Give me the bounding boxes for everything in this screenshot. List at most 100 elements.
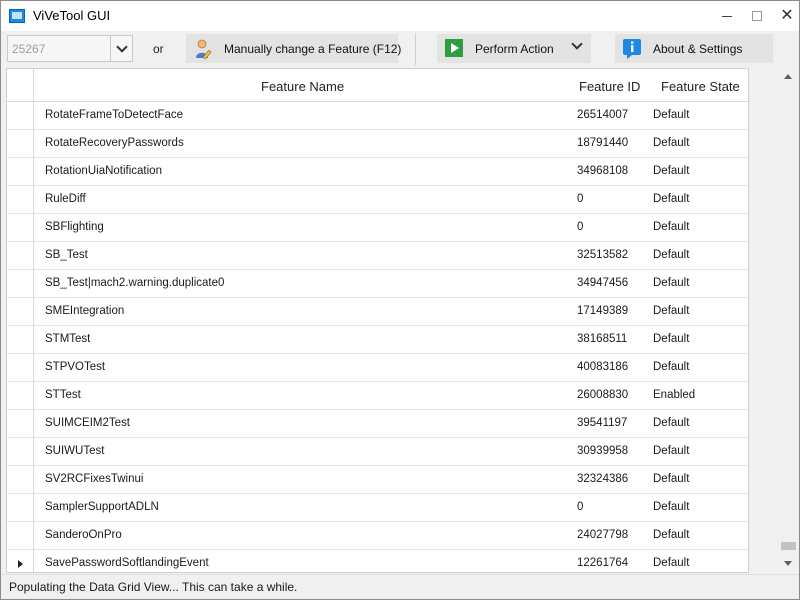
row-selector[interactable] [7,438,34,466]
feature-id-cell[interactable]: 24027798 [577,529,628,541]
feature-name-cell[interactable]: RotateRecoveryPasswords [45,137,184,149]
feature-state-cell[interactable]: Default [653,109,689,121]
feature-name-cell[interactable]: STPVOTest [45,361,105,373]
table-row[interactable]: RotationUiaNotification 34968108 Default [7,158,748,186]
row-selector[interactable] [7,326,34,354]
feature-id-cell[interactable]: 18791440 [577,137,628,149]
row-selector[interactable] [7,130,34,158]
feature-name-cell[interactable]: RotateFrameToDetectFace [45,109,183,121]
feature-id-cell[interactable]: 34968108 [577,165,628,177]
row-selector[interactable] [7,186,34,214]
row-selector[interactable] [7,410,34,438]
scroll-up-icon[interactable] [784,74,792,79]
table-row[interactable]: SanderoOnPro 24027798 Default [7,522,748,550]
feature-state-cell[interactable]: Default [653,529,689,541]
feature-name-cell[interactable]: SB_Test [45,249,88,261]
feature-id-cell[interactable]: 39541197 [577,417,627,429]
feature-id-cell[interactable]: 34947456 [577,277,628,289]
feature-name-cell[interactable]: SB_Test|mach2.warning.duplicate0 [45,277,224,289]
table-row[interactable]: SMEIntegration 17149389 Default [7,298,748,326]
feature-state-cell[interactable]: Default [653,305,689,317]
feature-id-cell[interactable]: 0 [577,193,583,205]
table-row[interactable]: SavePasswordSoftlandingEvent 12261764 Defa… [7,550,748,572]
manual-change-button[interactable]: Manually change a Feature (F12) [186,34,401,63]
feature-id-cell[interactable]: 30939958 [577,445,628,457]
table-row[interactable]: SUIMCEIM2Test 39541197 Default [7,410,748,438]
feature-state-cell[interactable]: Default [653,361,689,373]
feature-id-cell[interactable]: 17149389 [577,305,628,317]
feature-name-cell[interactable]: SamplerSupportADLN [45,501,159,513]
feature-state-cell[interactable]: Default [653,193,689,205]
column-header-feature-state[interactable]: Feature State [661,79,740,94]
feature-name-cell[interactable]: SUIMCEIM2Test [45,417,130,429]
table-row[interactable]: RuleDiff 0 Default [7,186,748,214]
feature-id-cell[interactable]: 0 [577,501,583,513]
feature-id-cell[interactable]: 12261764 [577,557,628,569]
feature-state-cell[interactable]: Enabled [653,389,695,401]
table-row[interactable]: STMTest 38168511 Default [7,326,748,354]
feature-name-cell[interactable]: SBFlighting [45,221,104,233]
feature-state-cell[interactable]: Default [653,417,689,429]
row-selector[interactable] [7,214,34,242]
row-selector[interactable] [7,522,34,550]
table-row[interactable]: RotateFrameToDetectFace 26514007 Default [7,102,748,130]
feature-name-cell[interactable]: SavePasswordSoftlandingEvent [45,557,209,569]
vertical-scrollbar[interactable] [779,68,798,573]
table-row[interactable]: STTest 26008830 Enabled [7,382,748,410]
feature-state-cell[interactable]: Default [653,473,689,485]
table-row[interactable]: SB_Test|mach2.warning.duplicate0 34947456… [7,270,748,298]
column-header-feature-id[interactable]: Feature ID [579,79,640,94]
feature-id-cell[interactable]: 26008830 [577,389,628,401]
table-row[interactable]: SV2RCFixesTwinui 32324386 Default [7,466,748,494]
feature-name-cell[interactable]: STTest [45,389,81,401]
feature-name-cell[interactable]: RuleDiff [45,193,86,205]
feature-state-cell[interactable]: Default [653,249,689,261]
row-selector[interactable] [7,354,34,382]
feature-state-cell[interactable]: Default [653,557,689,569]
perform-action-button[interactable]: Perform Action [437,34,591,63]
row-selector[interactable] [7,494,34,522]
feature-state-cell[interactable]: Default [653,333,689,345]
feature-state-cell[interactable]: Default [653,137,689,149]
row-selector[interactable] [7,550,34,572]
about-settings-button[interactable]: About & Settings [615,34,773,63]
feature-name-cell[interactable]: RotationUiaNotification [45,165,162,177]
header-row-selector[interactable] [7,69,34,102]
table-row[interactable]: SUIWUTest 30939958 Default [7,438,748,466]
build-dropdown-toggle[interactable] [110,36,132,61]
close-button[interactable]: ✕ [767,1,800,31]
feature-state-cell[interactable]: Default [653,445,689,457]
row-selector[interactable] [7,382,34,410]
feature-id-cell[interactable]: 0 [577,221,583,233]
table-row[interactable]: STPVOTest 40083186 Default [7,354,748,382]
feature-grid[interactable]: Feature Name Feature ID Feature State Ro… [6,68,749,573]
feature-name-cell[interactable]: SMEIntegration [45,305,124,317]
feature-name-cell[interactable]: SV2RCFixesTwinui [45,473,143,485]
feature-state-cell[interactable]: Default [653,165,689,177]
row-selector[interactable] [7,466,34,494]
build-combobox[interactable]: 25267 [7,35,133,62]
row-selector[interactable] [7,298,34,326]
feature-name-cell[interactable]: STMTest [45,333,90,345]
table-row[interactable]: SB_Test 32513582 Default [7,242,748,270]
table-row[interactable]: SamplerSupportADLN 0 Default [7,494,748,522]
feature-state-cell[interactable]: Default [653,277,689,289]
row-selector[interactable] [7,270,34,298]
feature-name-cell[interactable]: SanderoOnPro [45,529,122,541]
feature-id-cell[interactable]: 32324386 [577,473,628,485]
column-header-feature-name[interactable]: Feature Name [261,79,344,94]
scrollbar-thumb[interactable] [781,542,796,550]
feature-state-cell[interactable]: Default [653,501,689,513]
feature-name-cell[interactable]: SUIWUTest [45,445,104,457]
row-selector[interactable] [7,102,34,130]
row-selector[interactable] [7,242,34,270]
table-row[interactable]: SBFlighting 0 Default [7,214,748,242]
scroll-down-icon[interactable] [784,561,792,566]
feature-id-cell[interactable]: 32513582 [577,249,628,261]
feature-id-cell[interactable]: 38168511 [577,333,627,345]
row-selector[interactable] [7,158,34,186]
feature-id-cell[interactable]: 26514007 [577,109,628,121]
feature-state-cell[interactable]: Default [653,221,689,233]
table-row[interactable]: RotateRecoveryPasswords 18791440 Default [7,130,748,158]
feature-id-cell[interactable]: 40083186 [577,361,628,373]
